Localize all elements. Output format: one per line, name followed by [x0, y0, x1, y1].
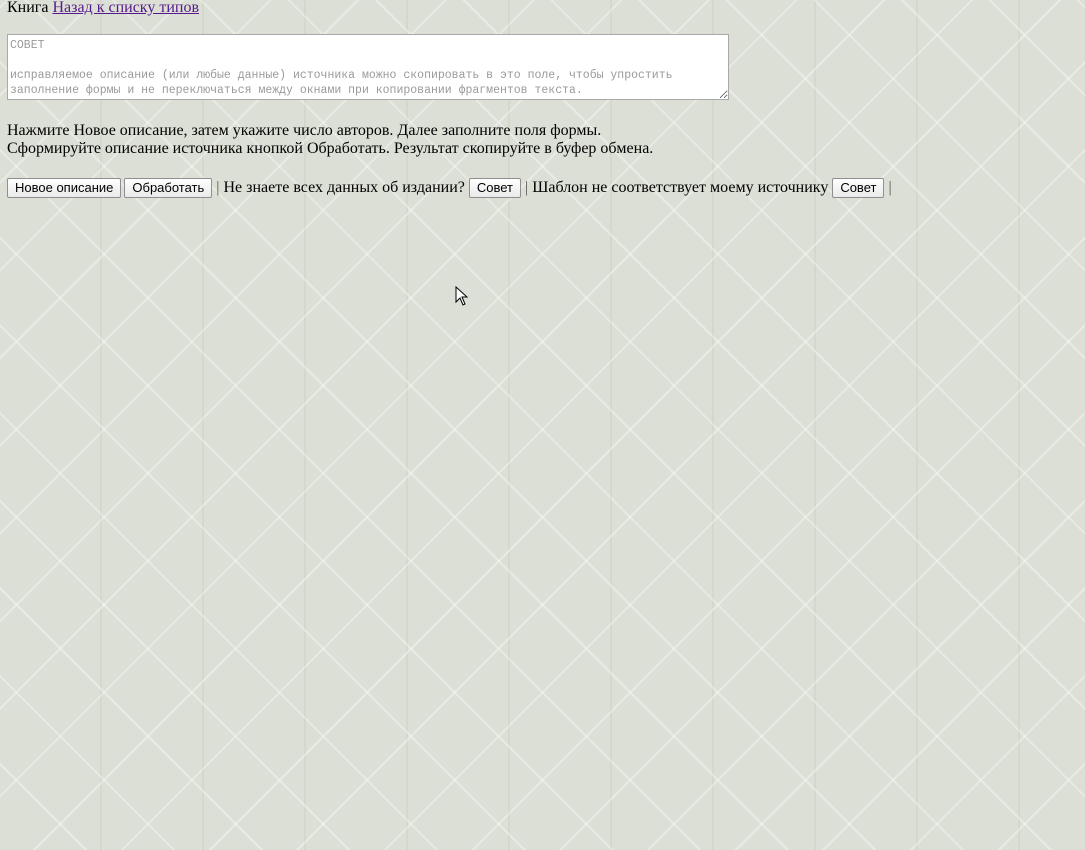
instruction-line-1: Нажмите Новое описание, затем укажите чи…: [7, 122, 602, 139]
unknown-data-text: Не знаете всех данных об издании?: [223, 179, 465, 196]
advice-button-template-mismatch[interactable]: Совет: [832, 178, 885, 198]
header-line: Книга Назад к списку типов: [7, 0, 1077, 16]
advice-button-unknown-data[interactable]: Совет: [468, 178, 521, 198]
process-button[interactable]: Обработать: [124, 178, 213, 198]
source-paste-textarea[interactable]: [7, 34, 729, 100]
mouse-pointer-icon: [455, 286, 469, 306]
separator: |: [216, 179, 220, 196]
page: Книга Назад к списку типов Нажмите Новое…: [7, 0, 1077, 199]
new-description-button[interactable]: Новое описание: [7, 178, 122, 198]
separator: |: [525, 179, 529, 196]
instruction-line-2: Сформируйте описание источника кнопкой О…: [7, 140, 654, 157]
separator: |: [888, 179, 892, 196]
back-to-types-link[interactable]: Назад к списку типов: [52, 0, 199, 16]
toolbar: Новое описание Обработать | Не знаете вс…: [7, 177, 1077, 199]
source-type-label: Книга: [7, 0, 49, 16]
template-mismatch-text: Шаблон не соответствует моему источнику: [532, 179, 829, 196]
instructions: Нажмите Новое описание, затем укажите чи…: [7, 122, 1077, 158]
